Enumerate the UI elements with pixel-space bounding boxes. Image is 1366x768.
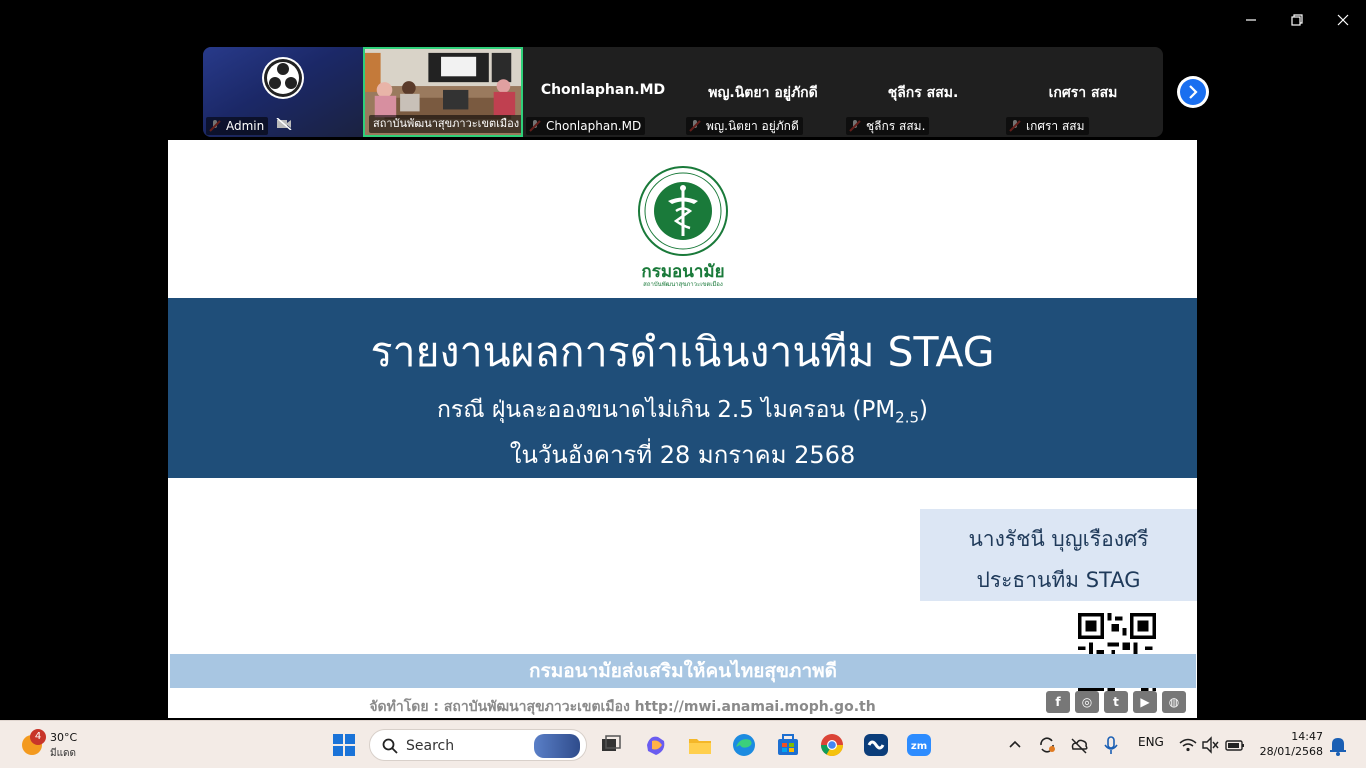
slide-title: รายงานผลการดำเนินงานทีม STAG [370, 328, 995, 376]
presenter-box: นางรัชนี บุญเรืองศรี ประธานทีม STAG [920, 509, 1197, 601]
weather-widget[interactable]: 4 30°C มีแดด [20, 729, 100, 761]
wifi-icon[interactable] [1178, 731, 1198, 759]
participant-name: ชุลีกร สสม. [846, 117, 930, 135]
presenter-role: ประธานทีม STAG [976, 568, 1141, 592]
search-label: Search [406, 738, 455, 754]
participant-tile[interactable]: Admin [203, 47, 363, 137]
edge-browser-icon[interactable] [730, 731, 758, 759]
participant-name: Admin [206, 117, 269, 135]
clock[interactable]: 14:47 28/01/2568 [1260, 729, 1323, 759]
restore-button[interactable] [1282, 8, 1312, 32]
participant-tile[interactable]: Chonlaphan.MD Chonlaphan.MD [523, 47, 683, 137]
taskbar: 4 30°C มีแดด Search zm ENG 14:47 28/01/2… [0, 720, 1366, 768]
participant-tile[interactable]: พญ.นิตยา อยู่ภักดี พญ.นิตยา อยู่ภักดี [683, 47, 843, 137]
chevron-right-icon [1189, 85, 1198, 99]
capcut-app-icon[interactable] [862, 731, 890, 759]
svg-text:zm: zm [911, 741, 927, 752]
participant-name: เกศรา สสม [1006, 117, 1089, 135]
minimize-button[interactable] [1236, 8, 1266, 32]
participant-tile-active-speaker[interactable]: สถาบันพัฒนาสุขภาวะเขตเมือง [363, 47, 523, 137]
footer-slogan: กรมอนามัยส่งเสริมให้คนไทยสุขภาพดี [170, 654, 1196, 688]
battery-icon[interactable] [1224, 731, 1246, 759]
cloud-offline-icon[interactable] [1068, 731, 1090, 759]
clock-time: 14:47 [1291, 730, 1323, 743]
clock-date: 28/01/2568 [1259, 745, 1323, 758]
twitter-icon: t [1104, 691, 1128, 713]
weather-condition: มีแดด [50, 748, 77, 759]
footer-credit: จัดทำโดย : สถาบันพัฒนาสุขภาวะเขตเมือง ht… [369, 699, 876, 715]
weather-badge: 4 [30, 729, 46, 745]
search-box[interactable]: Search [369, 729, 587, 761]
slide-subtitle: กรณี ฝุ่นละอองขนาดไม่เกิน 2.5 ไมครอน (PM… [436, 397, 928, 427]
facebook-icon: f [1046, 691, 1070, 713]
start-button[interactable] [330, 731, 358, 759]
notification-bell-icon[interactable] [1327, 731, 1349, 759]
sync-icon[interactable] [1036, 731, 1058, 759]
language-indicator[interactable]: ENG [1138, 735, 1164, 749]
obs-logo-avatar [262, 57, 304, 99]
shared-screen-slide: กรมอนามัย สถาบันพัฒนาสุขภาวะเขตเมือง ราย… [168, 140, 1197, 718]
ministry-of-public-health-logo [638, 166, 728, 256]
show-hidden-icons-chevron-up-icon[interactable] [1005, 731, 1025, 759]
web-icon: ◍ [1162, 691, 1186, 713]
copilot-icon[interactable] [642, 731, 670, 759]
title-band: รายงานผลการดำเนินงานทีม STAG กรณี ฝุ่นละ… [168, 298, 1197, 478]
participant-display-name: เกศรา สสม [1048, 85, 1118, 101]
zoom-meeting-window: Admin สถาบันพัฒนาสุขภาวะเขตเมือง Chonlap… [0, 0, 1366, 768]
social-icons: f ◎ t ▶ ◍ [1046, 691, 1186, 713]
participant-display-name: พญ.นิตยา อยู่ภักดี [708, 85, 818, 101]
slide-date: ในวันอังคารที่ 28 มกราคม 2568 [509, 441, 856, 469]
participant-tile[interactable]: เกศรา สสม เกศรา สสม [1003, 47, 1163, 137]
participant-display-name: ชุลีกร สสม. [887, 85, 959, 101]
org-subname: สถาบันพัฒนาสุขภาวะเขตเมือง [643, 281, 723, 288]
microphone-icon[interactable] [1100, 731, 1122, 759]
file-explorer-icon[interactable] [686, 731, 714, 759]
zoom-app-icon[interactable]: zm [905, 731, 933, 759]
youtube-icon: ▶ [1133, 691, 1157, 713]
participant-tile[interactable]: ชุลีกร สสม. ชุลีกร สสม. [843, 47, 1003, 137]
chrome-browser-icon[interactable] [818, 731, 846, 759]
weather-temp: 30°C [50, 731, 78, 744]
participant-name: Chonlaphan.MD [526, 117, 646, 135]
participant-name: พญ.นิตยา อยู่ภักดี [686, 117, 803, 135]
participant-display-name: Chonlaphan.MD [540, 82, 666, 98]
next-participants-button[interactable] [1177, 76, 1209, 108]
task-view-icon[interactable] [597, 731, 625, 759]
participant-name: สถาบันพัฒนาสุขภาวะเขตเมือง [369, 115, 521, 133]
camera-off-icon [276, 118, 292, 130]
presenter-name: นางรัชนี บุญเรืองศรี [968, 527, 1149, 551]
microsoft-store-icon[interactable] [774, 731, 802, 759]
speaker-muted-icon[interactable] [1200, 731, 1220, 759]
search-icon [382, 738, 398, 754]
close-button[interactable] [1328, 8, 1358, 32]
search-highlight-image [534, 734, 580, 758]
participant-strip: Admin สถาบันพัฒนาสุขภาวะเขตเมือง Chonlap… [203, 47, 1163, 137]
line-icon: ◎ [1075, 691, 1099, 713]
